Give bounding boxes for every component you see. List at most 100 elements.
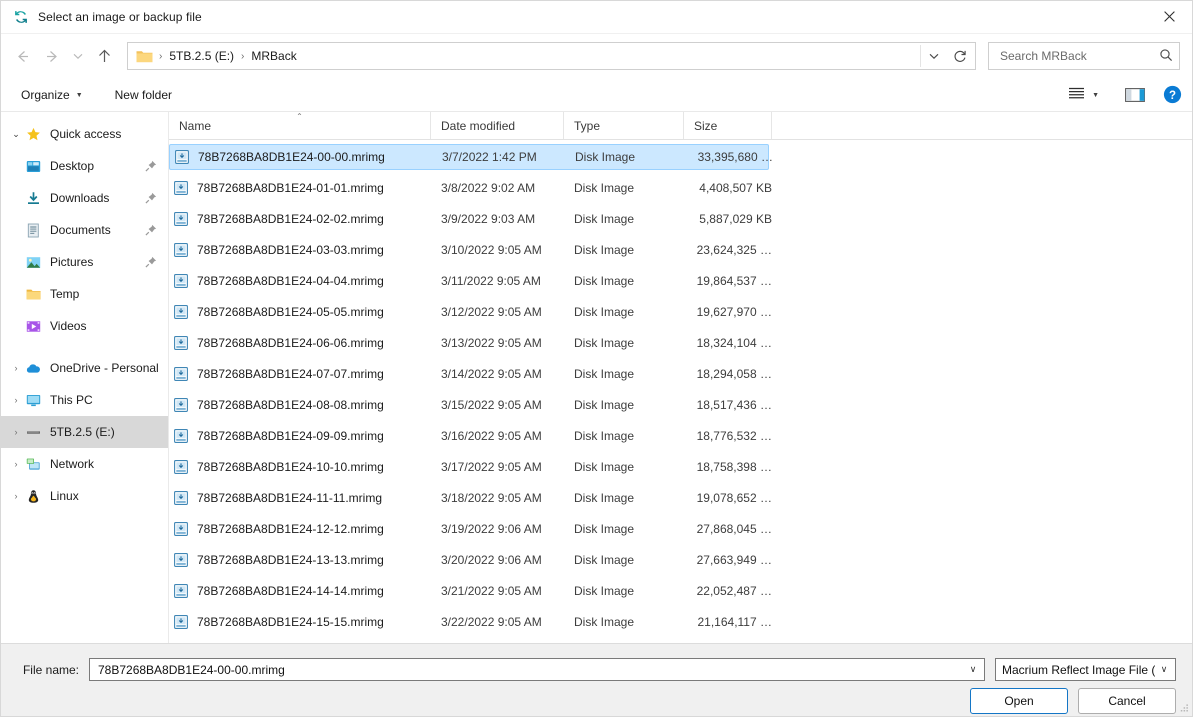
sidebar-item-pictures[interactable]: Pictures: [1, 246, 168, 278]
pin-icon[interactable]: [142, 256, 160, 268]
column-header-filler: [772, 112, 1192, 139]
table-row[interactable]: 78B7268BA8DB1E24-14-14.mrimg 3/21/2022 9:…: [169, 575, 1192, 606]
sidebar-item-temp[interactable]: Temp: [1, 278, 168, 310]
cancel-button[interactable]: Cancel: [1078, 688, 1176, 714]
column-header-type[interactable]: Type: [564, 112, 684, 139]
sidebar-item-drive-e[interactable]: › 5TB.2.5 (E:): [1, 416, 168, 448]
thispc-icon: [25, 392, 41, 408]
address-bar[interactable]: › 5TB.2.5 (E:) › MRBack: [127, 42, 976, 70]
cell-type: Disk Image: [574, 552, 635, 567]
network-icon: [25, 456, 41, 472]
sidebar-item-linux[interactable]: › Linux: [1, 480, 168, 512]
column-header-size[interactable]: Size: [684, 112, 772, 139]
dialog-buttons: Open Cancel: [1, 681, 1192, 714]
organize-button[interactable]: Organize ▼: [13, 84, 91, 106]
arrow-right-icon: [46, 50, 57, 62]
table-row[interactable]: 78B7268BA8DB1E24-09-09.mrimg 3/16/2022 9:…: [169, 420, 1192, 451]
search-box[interactable]: [988, 42, 1180, 70]
table-row[interactable]: 78B7268BA8DB1E24-00-00.mrimg 3/7/2022 1:4…: [169, 141, 1192, 172]
preview-pane-icon[interactable]: [1125, 87, 1145, 103]
star-icon: [25, 126, 41, 142]
column-header-name[interactable]: ⌃ Name: [169, 112, 431, 139]
table-row[interactable]: 78B7268BA8DB1E24-11-11.mrimg 3/18/2022 9:…: [169, 482, 1192, 513]
disk-image-icon: [173, 583, 189, 599]
back-button[interactable]: [7, 41, 37, 71]
table-row[interactable]: 78B7268BA8DB1E24-07-07.mrimg 3/14/2022 9:…: [169, 358, 1192, 389]
sidebar-item-onedrive[interactable]: › OneDrive - Personal: [1, 352, 168, 384]
search-icon: [1159, 48, 1173, 65]
table-row[interactable]: 78B7268BA8DB1E24-03-03.mrimg 3/10/2022 9:…: [169, 234, 1192, 265]
column-header-date-modified[interactable]: Date modified: [431, 112, 564, 139]
chevron-right-icon[interactable]: ›: [7, 427, 25, 437]
filename-input[interactable]: [96, 661, 964, 678]
table-row[interactable]: 78B7268BA8DB1E24-05-05.mrimg 3/12/2022 9:…: [169, 296, 1192, 327]
chevron-down-icon[interactable]: ⌄: [7, 129, 25, 140]
view-options-button[interactable]: ▼: [1062, 83, 1105, 107]
sidebar-item-desktop[interactable]: Desktop: [1, 150, 168, 182]
chevron-down-icon[interactable]: ∨: [964, 664, 982, 675]
new-folder-button[interactable]: New folder: [107, 84, 180, 106]
chevron-right-icon[interactable]: ›: [7, 395, 25, 405]
open-button[interactable]: Open: [970, 688, 1068, 714]
pictures-icon: [25, 254, 41, 270]
refresh-button[interactable]: [947, 44, 973, 68]
table-row[interactable]: 78B7268BA8DB1E24-04-04.mrimg 3/11/2022 9:…: [169, 265, 1192, 296]
address-history-button[interactable]: [921, 44, 947, 68]
table-row[interactable]: 78B7268BA8DB1E24-15-15.mrimg 3/22/2022 9:…: [169, 606, 1192, 637]
table-row[interactable]: 78B7268BA8DB1E24-02-02.mrimg 3/9/2022 9:0…: [169, 203, 1192, 234]
breadcrumb-item-drive[interactable]: 5TB.2.5 (E:): [164, 47, 239, 65]
chevron-right-icon[interactable]: ›: [7, 363, 25, 373]
table-row[interactable]: 78B7268BA8DB1E24-13-13.mrimg 3/20/2022 9:…: [169, 544, 1192, 575]
chevron-right-icon[interactable]: ›: [7, 491, 25, 501]
pin-icon[interactable]: [142, 224, 160, 236]
sidebar-item-videos[interactable]: Videos: [1, 310, 168, 342]
filetype-dropdown[interactable]: Macrium Reflect Image File (*.r ∨: [995, 658, 1176, 681]
filename-combobox[interactable]: ∨: [89, 658, 985, 681]
help-icon[interactable]: ?: [1163, 85, 1182, 104]
table-row[interactable]: 78B7268BA8DB1E24-12-12.mrimg 3/19/2022 9:…: [169, 513, 1192, 544]
forward-button[interactable]: [37, 41, 67, 71]
table-row[interactable]: 78B7268BA8DB1E24-06-06.mrimg 3/13/2022 9:…: [169, 327, 1192, 358]
row-content: 78B7268BA8DB1E24-06-06.mrimg 3/13/2022 9:…: [169, 330, 772, 356]
cell-name: 78B7268BA8DB1E24-11-11.mrimg: [197, 490, 382, 505]
cell-name: 78B7268BA8DB1E24-15-15.mrimg: [197, 614, 384, 629]
sidebar-item-quick-access[interactable]: ⌄ Quick access: [1, 118, 168, 150]
view-list-icon: [1068, 87, 1085, 103]
cell-type: Disk Image: [574, 211, 635, 226]
cell-size: 18,776,532 …: [696, 428, 772, 443]
sidebar-item-label: Documents: [50, 223, 111, 237]
cell-size: 21,164,117 …: [697, 614, 772, 629]
disk-image-icon: [173, 335, 189, 351]
search-input[interactable]: [998, 48, 1159, 64]
sidebar-item-this-pc[interactable]: › This PC: [1, 384, 168, 416]
cell-date-modified: 3/7/2022 1:42 PM: [442, 149, 537, 164]
dialog-footer: File name: ∨ Macrium Reflect Image File …: [1, 643, 1192, 716]
sidebar-item-downloads[interactable]: Downloads: [1, 182, 168, 214]
folder-icon: [136, 49, 153, 63]
pin-icon[interactable]: [142, 192, 160, 204]
table-row[interactable]: 78B7268BA8DB1E24-08-08.mrimg 3/15/2022 9:…: [169, 389, 1192, 420]
pin-icon[interactable]: [142, 160, 160, 172]
chevron-down-icon[interactable]: ∨: [1155, 664, 1173, 675]
chevron-right-icon[interactable]: ›: [7, 459, 25, 469]
close-button[interactable]: [1146, 1, 1192, 32]
table-row[interactable]: 78B7268BA8DB1E24-10-10.mrimg 3/17/2022 9:…: [169, 451, 1192, 482]
breadcrumb-separator: ›: [241, 50, 245, 62]
recent-locations-button[interactable]: [67, 41, 89, 71]
sidebar-item-network[interactable]: › Network: [1, 448, 168, 480]
drive-icon: [25, 424, 41, 440]
cell-type: Disk Image: [574, 304, 635, 319]
disk-image-icon: [173, 180, 189, 196]
cell-type: Disk Image: [574, 242, 635, 257]
cell-size: 27,868,045 …: [696, 521, 772, 536]
disk-image-icon: [173, 273, 189, 289]
breadcrumb-item-folder[interactable]: MRBack: [246, 47, 301, 65]
table-row[interactable]: 78B7268BA8DB1E24-01-01.mrimg 3/8/2022 9:0…: [169, 172, 1192, 203]
file-list[interactable]: 78B7268BA8DB1E24-00-00.mrimg 3/7/2022 1:4…: [169, 140, 1192, 643]
sidebar-item-documents[interactable]: Documents: [1, 214, 168, 246]
cell-type: Disk Image: [574, 490, 635, 505]
cell-type: Disk Image: [574, 335, 635, 350]
up-button[interactable]: [89, 41, 119, 71]
resize-grip[interactable]: [1178, 702, 1189, 713]
organize-label: Organize: [21, 87, 70, 102]
